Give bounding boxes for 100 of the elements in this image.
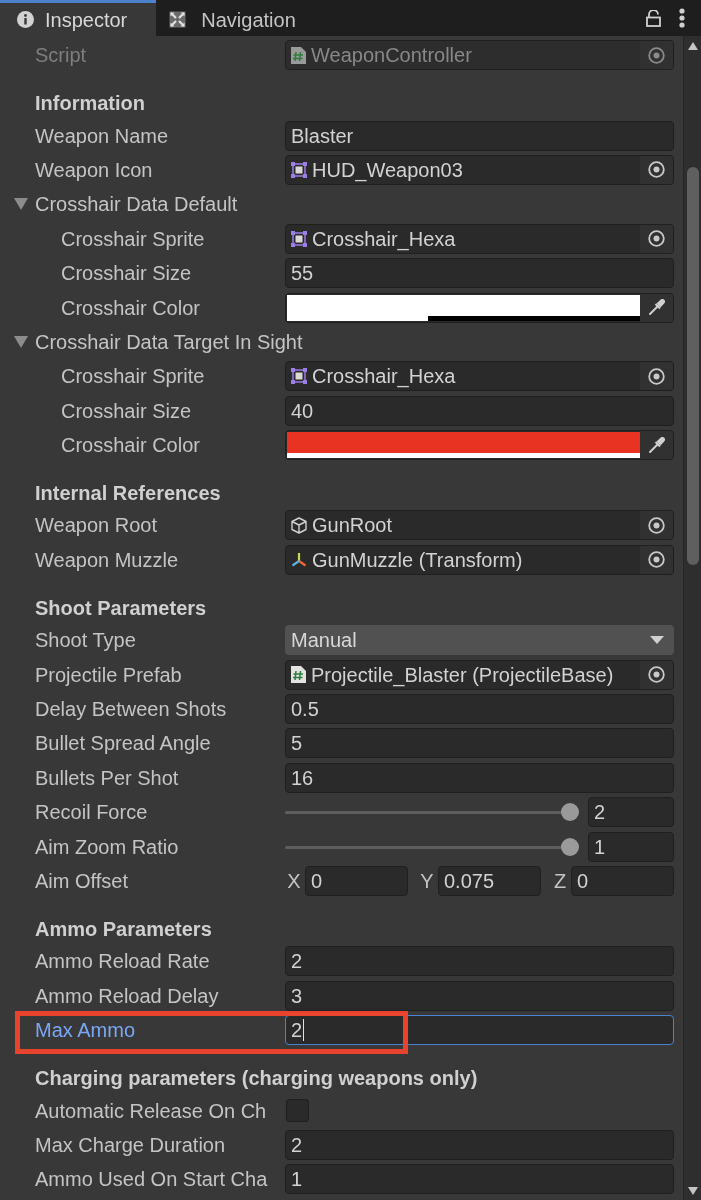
section-header: Information [35,90,145,116]
target-icon [648,161,665,179]
number-field[interactable]: 0 [571,866,674,896]
sprite-icon [291,161,307,178]
object-field[interactable]: Crosshair_Hexa [285,361,674,392]
slider-thumb[interactable] [561,837,579,856]
eyedropper-icon [648,436,665,454]
field-label: Aim Offset [35,869,128,894]
field-label: Bullets Per Shot [35,765,179,791]
object-field[interactable]: Crosshair_Hexa [285,223,674,254]
text-field[interactable]: 2 [285,946,674,977]
object-field[interactable]: GunRoot [285,510,674,541]
text-field[interactable]: Blaster [285,120,674,151]
axes-icon [291,551,307,568]
field-label: Aim Zoom Ratio [35,834,179,860]
field-label: Ammo Used On Start Cha [35,1167,268,1193]
field-label: Shoot Type [35,628,136,654]
target-icon [648,551,665,569]
number-field[interactable]: 0.075 [438,866,541,896]
field-label: Crosshair Sprite [61,226,205,252]
slider-track[interactable] [285,803,579,822]
target-icon [648,230,665,248]
move-arrows-icon [169,11,187,28]
object-picker-button[interactable] [640,155,673,184]
object-name: Crosshair_Hexa [312,226,457,253]
target-icon [648,46,665,64]
object-name: GunRoot [312,513,394,539]
color-picker-button[interactable] [640,293,673,322]
field-label: Projectile Prefab [35,662,182,688]
object-picker-button[interactable] [640,511,673,540]
text-field[interactable]: 2 [285,1015,674,1046]
field-label: Max Ammo [35,1018,136,1044]
object-picker-button[interactable] [640,660,673,689]
text-field[interactable]: 2 [285,1129,674,1160]
dropdown[interactable]: Manual [285,625,674,656]
scrollbar-thumb[interactable] [687,167,699,565]
object-picker-button[interactable] [640,224,673,253]
target-icon [648,367,665,385]
text-field[interactable]: 1 [285,1164,674,1195]
color-field[interactable] [285,292,674,323]
axis-label: Y [419,869,435,894]
color-picker-button[interactable] [640,431,673,460]
script-file-icon [291,46,306,64]
text-field[interactable]: 0.5 [285,694,674,725]
number-field[interactable]: 2 [588,797,674,828]
object-field[interactable]: GunMuzzle (Transform) [285,544,674,575]
object-name: GunMuzzle (Transform) [312,547,524,573]
info-icon [17,11,34,28]
object-name: HUD_Weapon03 [312,157,464,184]
object-picker-button[interactable] [640,362,673,391]
script-file-icon [291,666,306,684]
text-field[interactable]: 16 [285,762,674,793]
text-field[interactable]: 3 [285,980,674,1011]
target-icon [648,517,665,534]
number-field[interactable]: 1 [588,831,674,862]
sprite-icon [291,368,307,385]
field-label: Recoil Force [35,800,148,826]
foldout-header[interactable]: Crosshair Data Default [0,189,238,220]
field-label: Script [35,43,87,69]
field-label: Weapon Name [35,123,169,149]
field-label: Delay Between Shots [35,697,227,723]
text-field[interactable]: 5 [285,728,674,759]
object-field[interactable]: Projectile_Blaster (ProjectileBase) [285,659,674,690]
object-name: WeaponController [311,43,473,69]
dropdown-arrow-icon [650,636,664,645]
axis-label: Z [552,869,568,894]
foldout-header[interactable]: Crosshair Data Target In Sight [0,326,303,357]
object-picker-button[interactable] [640,545,673,574]
number-field[interactable]: 0 [305,866,408,896]
section-header: Internal References [35,480,221,506]
caret-icon [14,198,28,211]
object-name: Projectile_Blaster (ProjectileBase) [311,662,615,689]
text-field[interactable]: 55 [285,258,674,289]
slider-thumb[interactable] [561,803,579,822]
checkbox[interactable] [286,1099,309,1123]
field-label: Ammo Reload Rate [35,949,210,975]
object-name: Crosshair_Hexa [312,364,457,390]
field-label: Crosshair Sprite [61,364,205,390]
eyedropper-icon [648,299,665,317]
section-header: Shoot Parameters [35,595,207,621]
field-label: Automatic Release On Ch [35,1098,267,1124]
caret-icon [14,335,28,348]
section-header: Ammo Parameters [35,916,212,942]
tab[interactable]: Inspector [0,0,157,36]
object-field[interactable]: HUD_Weapon03 [285,154,674,185]
text-field[interactable]: 40 [285,395,674,426]
field-label: Crosshair Size [61,261,192,287]
lock-icon[interactable] [646,9,661,27]
menu-icon[interactable] [679,8,685,28]
scroll-up-arrow-icon[interactable] [688,42,698,50]
tab[interactable]: Navigation [156,0,312,36]
field-label: Bullet Spread Angle [35,731,211,757]
sprite-icon [291,230,307,247]
color-field[interactable] [285,430,674,461]
slider-track[interactable] [285,837,579,856]
cube-icon [291,517,307,534]
field-label: Max Charge Duration [35,1132,226,1158]
scroll-down-arrow-icon[interactable] [688,1187,698,1195]
section-header: Charging parameters (charging weapons only) [35,1065,478,1091]
target-icon [648,666,665,684]
